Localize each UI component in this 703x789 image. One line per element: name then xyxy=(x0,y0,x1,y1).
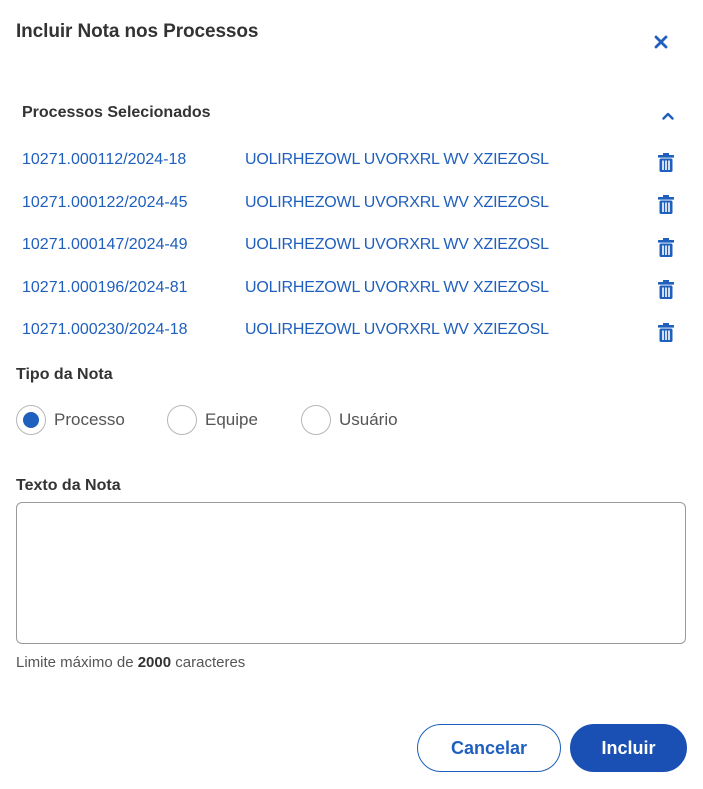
note-type-radio-group: Processo Equipe Usuário xyxy=(16,404,516,436)
note-text-field[interactable] xyxy=(16,502,686,644)
radio-processo[interactable]: Processo xyxy=(16,404,125,436)
process-number-link[interactable]: 10271.000122/2024-45 xyxy=(22,194,188,212)
trash-icon xyxy=(658,237,674,257)
process-name-link[interactable]: UOLIRHEZOWL UVORXRL WV XZIEZOSL xyxy=(245,194,549,212)
remove-process-button[interactable] xyxy=(655,278,677,302)
cancel-button[interactable]: Cancelar xyxy=(417,724,561,772)
remove-process-button[interactable] xyxy=(655,235,677,259)
trash-icon xyxy=(658,152,674,172)
radio-button-checked[interactable] xyxy=(16,405,46,435)
radio-equipe[interactable]: Equipe xyxy=(167,404,258,436)
radio-button[interactable] xyxy=(301,405,331,435)
include-note-dialog: Incluir Nota nos Processos Processos Sel… xyxy=(0,0,703,789)
process-number-link[interactable]: 10271.000230/2024-18 xyxy=(22,321,188,339)
collapse-button[interactable] xyxy=(656,104,680,128)
process-number-link[interactable]: 10271.000147/2024-49 xyxy=(22,236,188,254)
close-icon xyxy=(654,35,668,49)
list-item: 10271.000230/2024-18 UOLIRHEZOWL UVORXRL… xyxy=(22,316,682,359)
remove-process-button[interactable] xyxy=(655,320,677,344)
radio-label: Equipe xyxy=(205,410,258,429)
include-button[interactable]: Incluir xyxy=(570,724,687,772)
selected-processes-header: Processos Selecionados xyxy=(22,104,682,128)
process-name-link[interactable]: UOLIRHEZOWL UVORXRL WV XZIEZOSL xyxy=(245,236,549,254)
limit-prefix: Limite máximo de xyxy=(16,654,134,671)
section-title: Processos Selecionados xyxy=(22,104,211,121)
close-button[interactable] xyxy=(648,29,674,55)
limit-suffix: caracteres xyxy=(175,654,246,671)
process-name-link[interactable]: UOLIRHEZOWL UVORXRL WV XZIEZOSL xyxy=(245,321,549,339)
radio-usuario[interactable]: Usuário xyxy=(301,404,398,436)
radio-label: Processo xyxy=(54,410,125,429)
trash-icon xyxy=(658,280,674,299)
dialog-title: Incluir Nota nos Processos xyxy=(16,21,259,42)
remove-process-button[interactable] xyxy=(655,193,677,217)
process-name-link[interactable]: UOLIRHEZOWL UVORXRL WV XZIEZOSL xyxy=(245,151,549,169)
note-text-label: Texto da Nota xyxy=(16,477,121,494)
list-item: 10271.000112/2024-18 UOLIRHEZOWL UVORXRL… xyxy=(22,146,682,189)
process-number-link[interactable]: 10271.000196/2024-81 xyxy=(22,279,188,297)
list-item: 10271.000122/2024-45 UOLIRHEZOWL UVORXRL… xyxy=(22,189,682,232)
trash-icon xyxy=(658,322,674,342)
limit-value: 2000 xyxy=(137,654,172,671)
list-item: 10271.000147/2024-49 UOLIRHEZOWL UVORXRL… xyxy=(22,231,682,274)
remove-process-button[interactable] xyxy=(655,150,677,174)
radio-button[interactable] xyxy=(167,405,197,435)
chevron-up-icon xyxy=(662,112,674,120)
process-number-link[interactable]: 10271.000112/2024-18 xyxy=(22,151,186,169)
radio-label: Usuário xyxy=(339,410,398,429)
character-limit-hint: Limite máximo de 2000 caracteres xyxy=(16,654,245,671)
selected-processes-list: 10271.000112/2024-18 UOLIRHEZOWL UVORXRL… xyxy=(22,146,682,359)
list-item: 10271.000196/2024-81 UOLIRHEZOWL UVORXRL… xyxy=(22,274,682,317)
process-name-link[interactable]: UOLIRHEZOWL UVORXRL WV XZIEZOSL xyxy=(245,279,549,297)
note-type-label: Tipo da Nota xyxy=(16,366,113,383)
trash-icon xyxy=(658,195,674,214)
